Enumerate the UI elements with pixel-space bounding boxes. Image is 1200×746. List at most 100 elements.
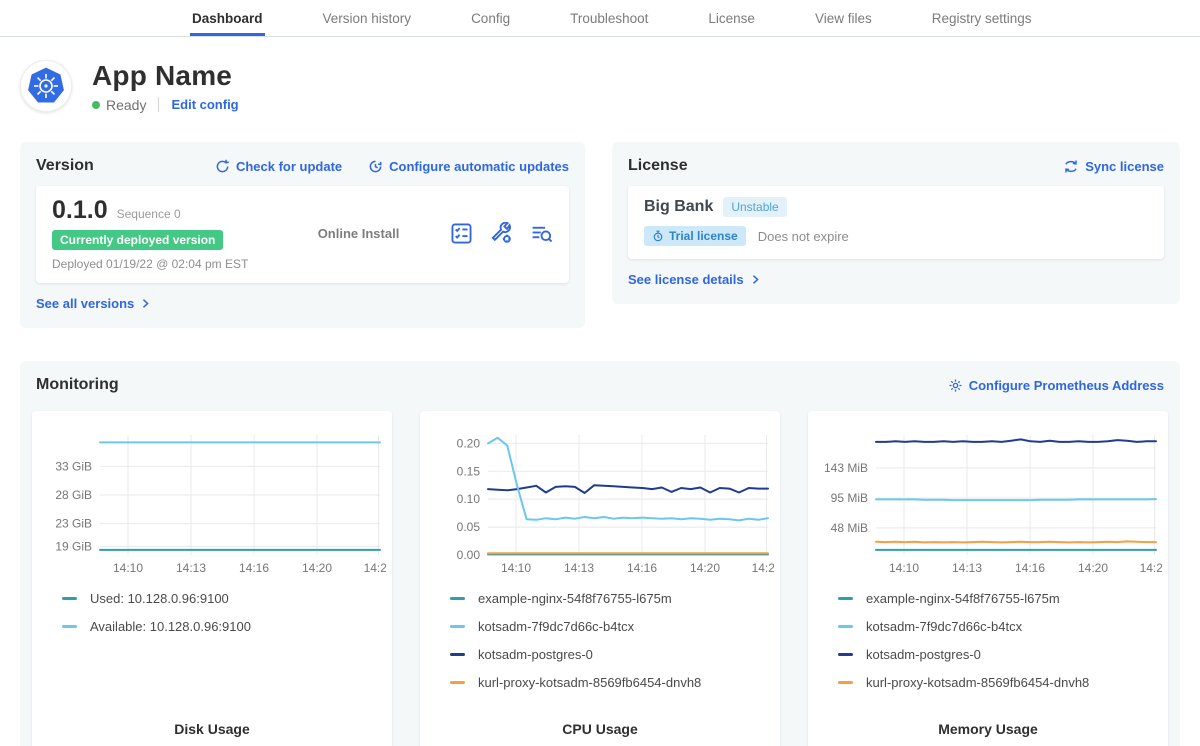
configure-prometheus-link[interactable]: Configure Prometheus Address — [948, 378, 1164, 393]
see-license-details-label: See license details — [628, 272, 744, 287]
license-name: Big Bank — [644, 198, 713, 216]
license-title: License — [628, 157, 688, 175]
tab-config[interactable]: Config — [469, 0, 512, 36]
app-title-block: App Name Ready Edit config — [92, 60, 239, 113]
chart-title: Disk Usage — [32, 721, 392, 737]
preflight-checks-icon[interactable] — [450, 222, 473, 245]
schedule-update-icon — [368, 159, 383, 174]
tab-version-history[interactable]: Version history — [321, 0, 414, 36]
svg-text:14:20: 14:20 — [302, 561, 332, 575]
chart-plot: 14:1014:1314:1614:2014:23143 MiB95 MiB48… — [814, 423, 1162, 581]
chart-legend: Used: 10.128.0.96:9100Available: 10.128.… — [62, 591, 392, 647]
config-wrench-icon[interactable] — [490, 222, 513, 245]
legend-swatch — [838, 653, 853, 656]
legend-item: kotsadm-postgres-0 — [450, 647, 780, 662]
svg-text:14:23: 14:23 — [364, 561, 386, 575]
charts-row: 14:10 14:13 14:16 14:20 14:23 33 GiB 28 GiB 23 … — [32, 411, 1168, 746]
see-all-versions-label: See all versions — [36, 296, 134, 311]
trial-license-badge: Trial license — [644, 226, 746, 246]
tab-dashboard[interactable]: Dashboard — [190, 0, 265, 36]
svg-text:14:13: 14:13 — [952, 561, 982, 575]
legend-label: Available: 10.128.0.96:9100 — [90, 619, 251, 634]
trial-license-label: Trial license — [669, 229, 738, 243]
svg-text:14:10: 14:10 — [501, 561, 531, 575]
sync-license-link[interactable]: Sync license — [1063, 159, 1164, 174]
svg-text:14:23: 14:23 — [1140, 561, 1162, 575]
svg-text:14:20: 14:20 — [1078, 561, 1108, 575]
monitoring-header: Monitoring Configure Prometheus Address — [32, 376, 1168, 394]
svg-text:14:16: 14:16 — [239, 561, 269, 575]
sync-license-label: Sync license — [1085, 159, 1164, 174]
channel-badge: Unstable — [723, 197, 786, 217]
chart-plot: 14:1014:1314:1614:2014:230.200.150.100.0… — [426, 423, 774, 581]
nav-tabs: Dashboard Version history Config Troublesho… — [0, 0, 1034, 36]
chevron-right-icon — [750, 274, 761, 285]
deployed-timestamp: Deployed 01/19/22 @ 02:04 pm EST — [52, 257, 287, 271]
legend-label: kurl-proxy-kotsadm-8569fb6454-dnvh8 — [866, 675, 1089, 690]
logs-search-icon[interactable] — [530, 222, 553, 245]
memory-usage-card: 14:1014:1314:1614:2014:23143 MiB95 MiB48… — [808, 411, 1168, 746]
legend-item: example-nginx-54f8f76755-l675m — [838, 591, 1168, 606]
legend-item: Available: 10.128.0.96:9100 — [62, 619, 392, 634]
license-panel-header: License Sync license — [628, 157, 1164, 175]
chart-legend: example-nginx-54f8f76755-l675m kotsadm-7f… — [838, 591, 1168, 703]
app-status-text: Ready — [106, 97, 146, 113]
monitoring-title: Monitoring — [36, 376, 119, 394]
svg-text:14:13: 14:13 — [176, 561, 206, 575]
legend-item: kotsadm-7f9dc7d66c-b4tcx — [838, 619, 1168, 634]
legend-label: example-nginx-54f8f76755-l675m — [478, 591, 672, 606]
legend-swatch — [62, 625, 77, 628]
svg-text:0.15: 0.15 — [457, 464, 481, 478]
monitoring-panel: Monitoring Configure Prometheus Address … — [20, 361, 1180, 746]
legend-label: kotsadm-7f9dc7d66c-b4tcx — [866, 619, 1022, 634]
divider — [158, 97, 159, 112]
svg-text:14:10: 14:10 — [889, 561, 919, 575]
legend-label: kotsadm-postgres-0 — [866, 647, 981, 662]
license-expiration: Does not expire — [758, 229, 849, 244]
svg-text:23 GiB: 23 GiB — [55, 517, 92, 531]
legend-item: kurl-proxy-kotsadm-8569fb6454-dnvh8 — [838, 675, 1168, 690]
version-panel-header: Version Check for update Configure autom… — [36, 157, 569, 175]
svg-text:14:10: 14:10 — [113, 561, 143, 575]
sync-icon — [1063, 159, 1079, 174]
legend-swatch — [450, 653, 465, 656]
svg-text:19 GiB: 19 GiB — [55, 539, 92, 553]
tab-view-files[interactable]: View files — [813, 0, 874, 36]
svg-text:28 GiB: 28 GiB — [55, 488, 92, 502]
check-for-update-link[interactable]: Check for update — [215, 159, 342, 174]
app-logo — [20, 60, 72, 112]
legend-label: example-nginx-54f8f76755-l675m — [866, 591, 1060, 606]
refresh-icon — [215, 159, 230, 174]
chart-plot: 14:10 14:13 14:16 14:20 14:23 33 GiB 28 GiB 23 … — [38, 423, 386, 581]
svg-text:14:20: 14:20 — [690, 561, 720, 575]
configure-automatic-updates-label: Configure automatic updates — [389, 159, 569, 174]
svg-text:14:16: 14:16 — [627, 561, 657, 575]
svg-text:0.20: 0.20 — [457, 436, 481, 450]
tab-registry-settings[interactable]: Registry settings — [930, 0, 1034, 36]
kubernetes-logo — [26, 66, 66, 106]
disk-usage-card: 14:10 14:13 14:16 14:20 14:23 33 GiB 28 GiB 23 … — [32, 411, 392, 746]
see-license-details-link[interactable]: See license details — [628, 272, 761, 287]
tab-troubleshoot[interactable]: Troubleshoot — [568, 0, 650, 36]
legend-swatch — [450, 597, 465, 600]
svg-text:33 GiB: 33 GiB — [55, 459, 92, 473]
top-navigation: Dashboard Version history Config Troublesho… — [0, 0, 1200, 37]
svg-text:0.05: 0.05 — [457, 520, 481, 534]
page-body: App Name Ready Edit config Version Check… — [0, 53, 1200, 746]
configure-automatic-updates-link[interactable]: Configure automatic updates — [368, 159, 569, 174]
chart-title: Memory Usage — [808, 721, 1168, 737]
version-title: Version — [36, 157, 94, 175]
svg-text:14:13: 14:13 — [564, 561, 594, 575]
svg-text:14:16: 14:16 — [1015, 561, 1045, 575]
app-status-row: Ready Edit config — [92, 97, 239, 113]
edit-config-link[interactable]: Edit config — [171, 97, 238, 112]
see-all-versions-link[interactable]: See all versions — [36, 296, 151, 311]
legend-item: example-nginx-54f8f76755-l675m — [450, 591, 780, 606]
license-card: Big Bank Unstable Trial license Does not… — [628, 186, 1164, 259]
tab-license[interactable]: License — [706, 0, 757, 36]
legend-swatch — [62, 597, 77, 600]
legend-item: kotsadm-postgres-0 — [838, 647, 1168, 662]
version-header-links: Check for update Configure automatic upd… — [215, 159, 569, 174]
app-header: App Name Ready Edit config — [20, 53, 1180, 119]
version-panel: Version Check for update Configure autom… — [20, 142, 585, 328]
